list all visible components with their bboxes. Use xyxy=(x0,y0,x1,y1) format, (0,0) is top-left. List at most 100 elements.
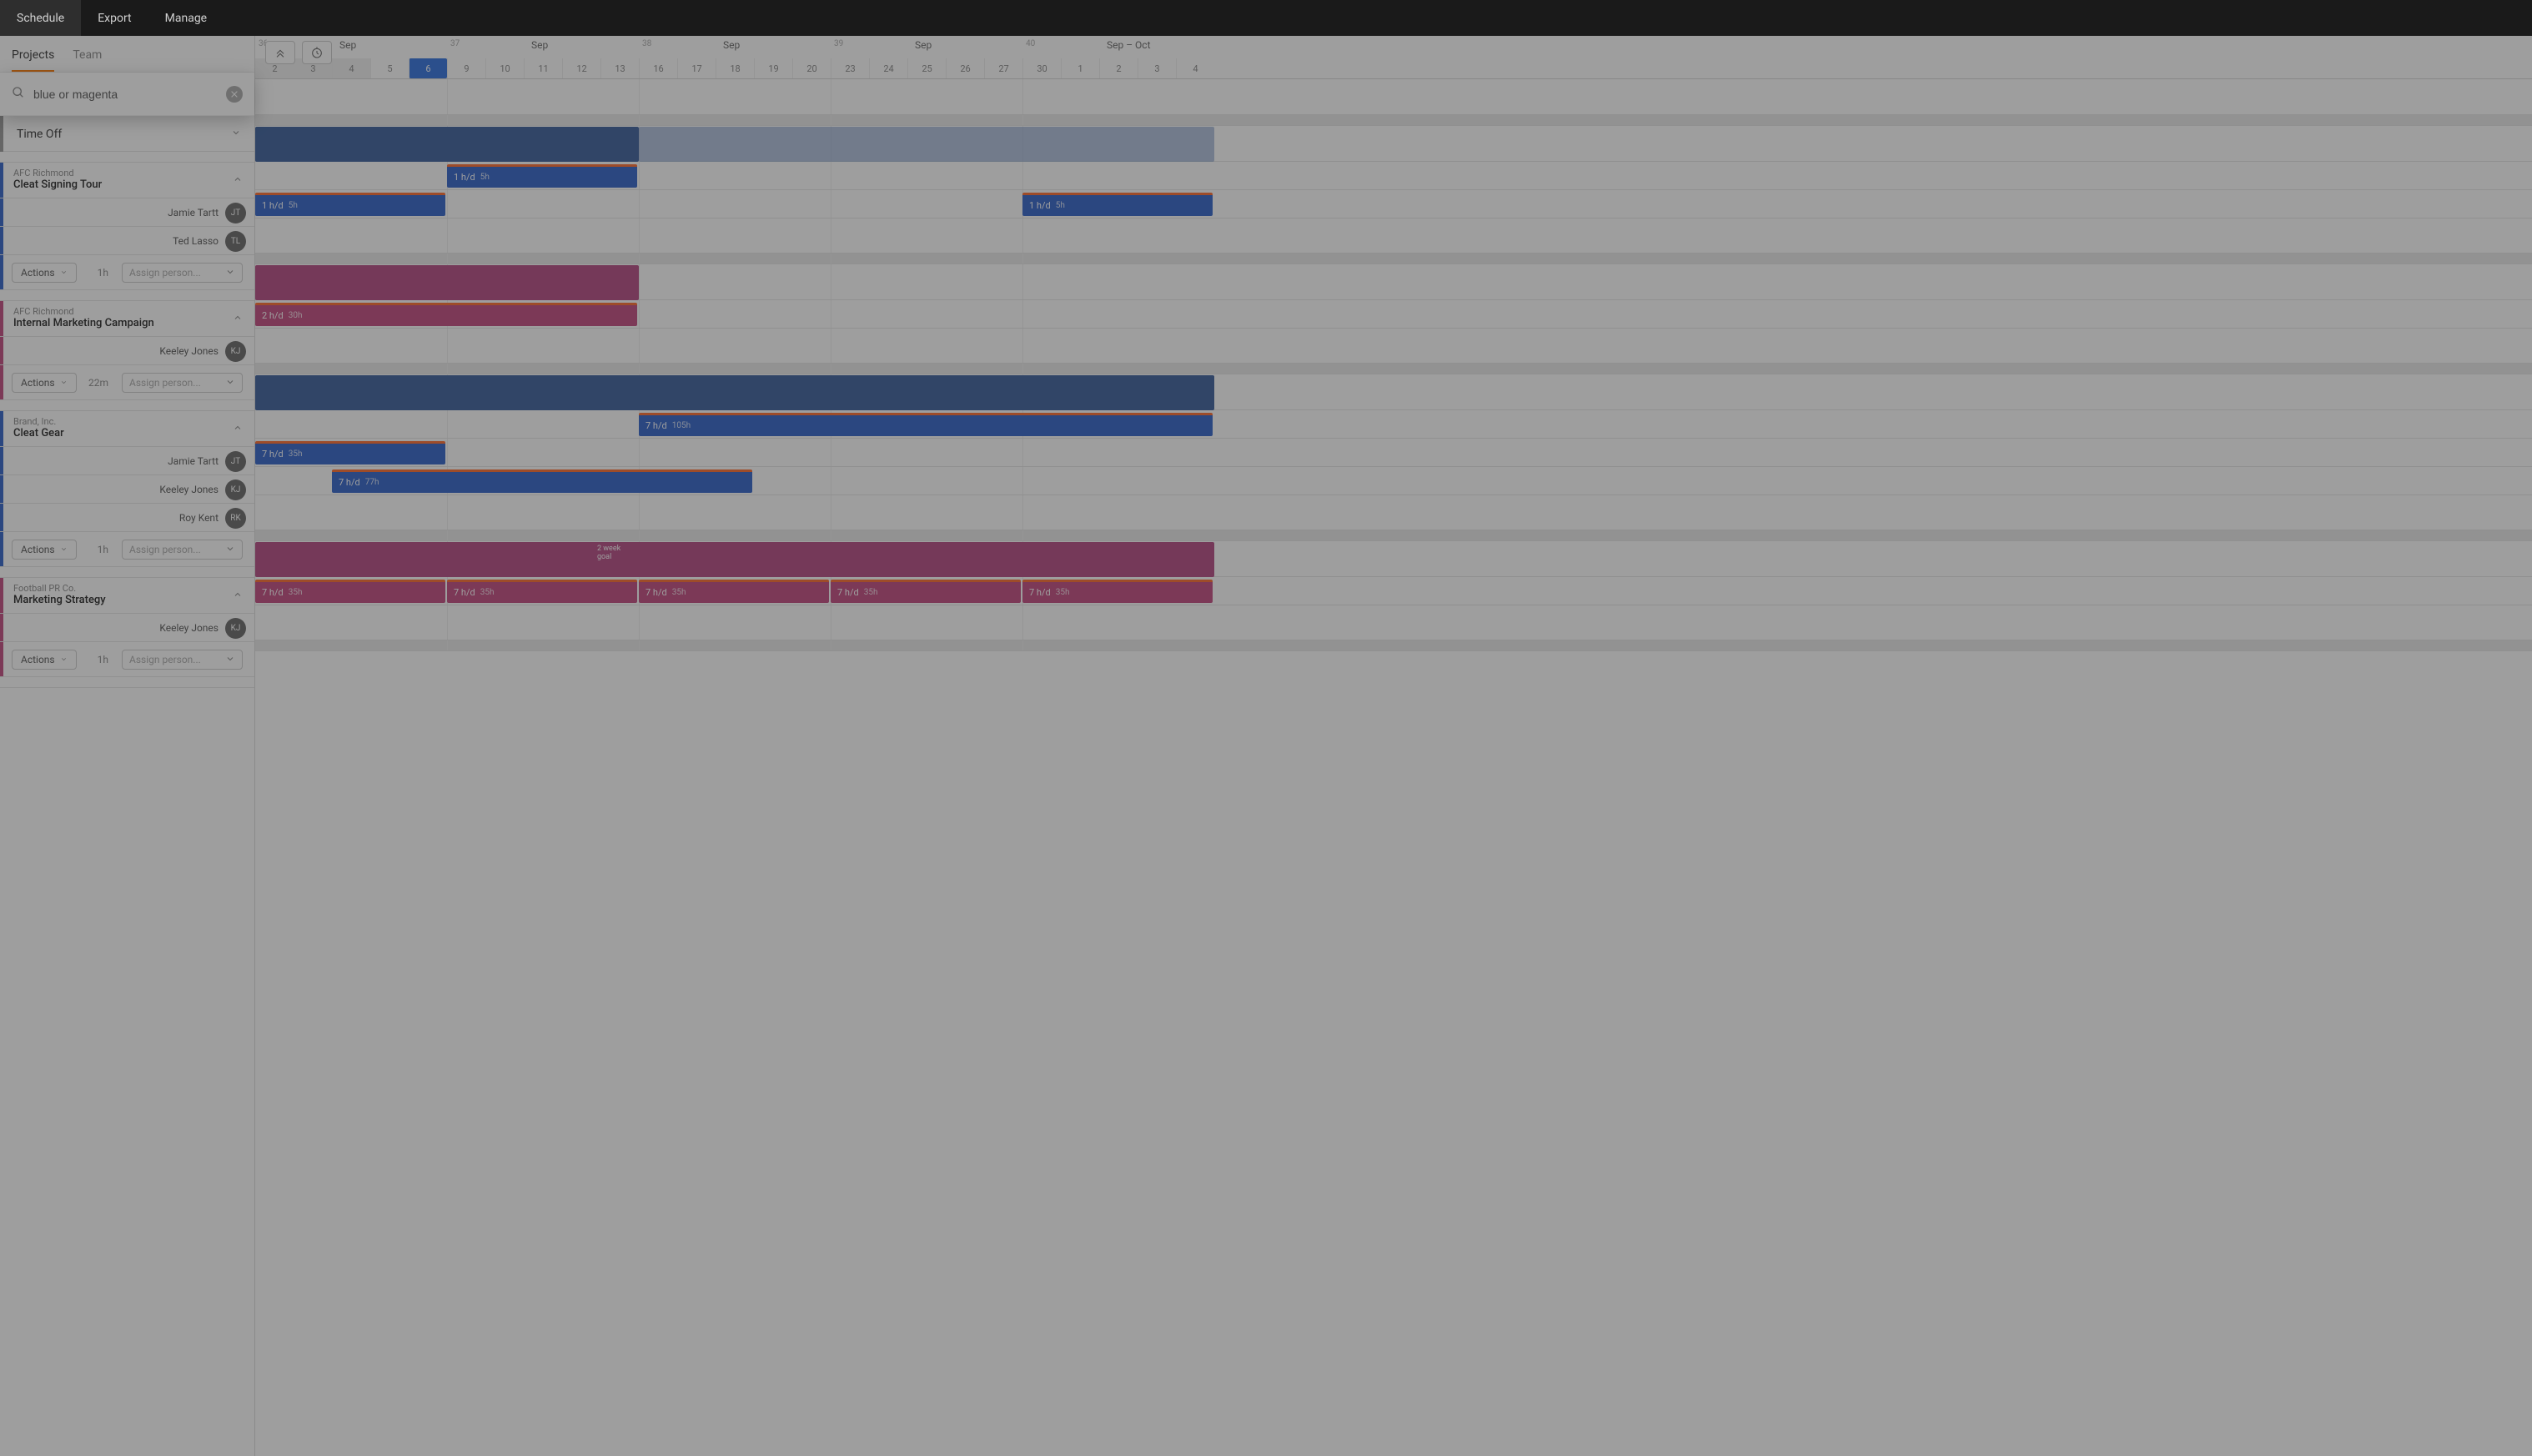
allocation-bar[interactable]: 7 h/d35h xyxy=(639,580,829,603)
day-cell[interactable]: 26 xyxy=(946,58,984,78)
allocation-bar[interactable]: 1 h/d 5h xyxy=(1022,193,1213,216)
day-cell[interactable]: 25 xyxy=(907,58,946,78)
project-header[interactable]: AFC RichmondCleat Signing Tour xyxy=(0,163,254,198)
allocation-bar[interactable]: 7 h/d 35h xyxy=(447,580,637,603)
timeline[interactable]: 36Sep2345637Sep91011121338Sep16171819203… xyxy=(255,36,2532,1456)
day-cell[interactable]: 24 xyxy=(869,58,907,78)
chevron-up-icon[interactable] xyxy=(233,313,243,326)
day-cell[interactable]: 12 xyxy=(562,58,600,78)
allocation-hours: 35h xyxy=(480,588,495,597)
day-cell[interactable]: 27 xyxy=(984,58,1022,78)
day-cell[interactable]: 13 xyxy=(600,58,639,78)
chevron-up-icon[interactable] xyxy=(233,174,243,188)
allocation-rate: 7 h/d xyxy=(454,587,475,598)
allocation-hours: 5h xyxy=(289,201,298,210)
day-cell[interactable]: 17 xyxy=(677,58,716,78)
person-row: Jamie TarttJT xyxy=(0,198,254,227)
allocation-bar[interactable]: 1 h/d5h xyxy=(447,164,637,188)
day-cell[interactable]: 18 xyxy=(716,58,754,78)
allocation-rate: 1 h/d xyxy=(262,200,284,211)
nav-schedule[interactable]: Schedule xyxy=(0,0,81,36)
nav-manage[interactable]: Manage xyxy=(148,0,224,36)
project-bar-extended[interactable] xyxy=(639,127,1214,162)
actions-button[interactable]: Actions xyxy=(12,540,77,560)
day-cell[interactable]: 30 xyxy=(1022,58,1061,78)
allocation-bar[interactable]: 7 h/d35h xyxy=(255,580,445,603)
budget-remaining: 1h xyxy=(98,544,108,555)
day-cell[interactable]: 4 xyxy=(1176,58,1214,78)
allocation-rate: 7 h/d xyxy=(339,477,360,488)
chevron-down-icon xyxy=(225,267,235,279)
avatar[interactable]: JT xyxy=(225,451,246,472)
day-cell[interactable]: 10 xyxy=(485,58,524,78)
project-bar[interactable] xyxy=(255,265,639,300)
chevron-down-icon xyxy=(60,654,68,665)
allocation-rate: 7 h/d xyxy=(837,587,859,598)
day-cell[interactable]: 11 xyxy=(524,58,562,78)
day-cell[interactable]: 6 xyxy=(409,58,447,78)
project-header[interactable]: AFC RichmondInternal Marketing Campaign xyxy=(0,301,254,337)
allocation-bar[interactable]: 7 h/d77h xyxy=(332,469,752,493)
chevron-up-icon[interactable] xyxy=(233,423,243,436)
day-cell[interactable]: 4 xyxy=(332,58,370,78)
person-row: Keeley JonesKJ xyxy=(0,475,254,504)
person-row: Keeley JonesKJ xyxy=(0,337,254,365)
day-cell[interactable]: 5 xyxy=(370,58,409,78)
avatar[interactable]: KJ xyxy=(225,479,246,500)
project-name: Cleat Gear xyxy=(13,427,241,439)
actions-button[interactable]: Actions xyxy=(12,650,77,670)
allocation-bar[interactable]: 2 h/d30h xyxy=(255,303,637,326)
day-cell[interactable]: 9 xyxy=(447,58,485,78)
day-cell[interactable]: 3 xyxy=(1138,58,1176,78)
project-name: Internal Marketing Campaign xyxy=(13,317,241,329)
allocation-bar[interactable]: 7 h/d105h xyxy=(639,413,1213,436)
allocation-bar[interactable]: 7 h/d35h xyxy=(255,441,445,464)
assign-person-select[interactable]: Assign person... xyxy=(122,540,243,560)
allocation-bar[interactable]: 7 h/d35h xyxy=(1022,580,1213,603)
clear-search-button[interactable] xyxy=(226,86,243,103)
day-cell[interactable]: 19 xyxy=(754,58,792,78)
project-name: Cleat Signing Tour xyxy=(13,178,241,191)
week-number: 38 xyxy=(642,39,651,48)
calendar-header: 36Sep2345637Sep91011121338Sep16171819203… xyxy=(255,36,2532,79)
project-bar[interactable] xyxy=(255,375,1214,410)
project-bar[interactable]: 2 weekgoal xyxy=(255,542,1214,577)
day-cell[interactable]: 1 xyxy=(1061,58,1099,78)
chevron-down-icon xyxy=(60,544,68,555)
day-cell[interactable]: 23 xyxy=(831,58,869,78)
assign-person-select[interactable]: Assign person... xyxy=(122,373,243,393)
avatar[interactable]: JT xyxy=(225,203,246,223)
chevron-up-icon[interactable] xyxy=(233,590,243,603)
nav-export[interactable]: Export xyxy=(81,0,148,36)
side-tab-projects[interactable]: Projects xyxy=(12,48,54,72)
avatar[interactable]: TL xyxy=(225,231,246,252)
search-input[interactable] xyxy=(33,88,218,101)
side-tab-team[interactable]: Team xyxy=(73,48,102,72)
avatar[interactable]: RK xyxy=(225,508,246,529)
person-row: Roy KentRK xyxy=(0,504,254,532)
day-cell[interactable]: 2 xyxy=(1099,58,1138,78)
allocation-bar[interactable]: 7 h/d35h xyxy=(831,580,1021,603)
today-button[interactable] xyxy=(302,41,332,64)
timeoff-row[interactable]: Time Off xyxy=(0,116,254,152)
person-row: Keeley JonesKJ xyxy=(0,614,254,642)
avatar[interactable]: KJ xyxy=(225,618,246,639)
allocation-rate: 7 h/d xyxy=(1029,587,1051,598)
actions-button[interactable]: Actions xyxy=(12,263,77,283)
day-cell[interactable]: 20 xyxy=(792,58,831,78)
avatar[interactable]: KJ xyxy=(225,341,246,362)
project-bar[interactable] xyxy=(255,127,639,162)
allocation-rate: 7 h/d xyxy=(262,449,284,459)
allocation-bar[interactable]: 1 h/d 5h xyxy=(255,193,445,216)
assign-person-select[interactable]: Assign person... xyxy=(122,650,243,670)
allocation-hours: 5h xyxy=(1056,201,1065,210)
project-header[interactable]: Brand, Inc.Cleat Gear xyxy=(0,411,254,447)
project-header[interactable]: Football PR Co.Marketing Strategy xyxy=(0,578,254,614)
actions-button[interactable]: Actions xyxy=(12,373,77,393)
allocation-rate: 1 h/d xyxy=(1029,200,1051,211)
top-nav: Schedule Export Manage xyxy=(0,0,2532,36)
day-cell[interactable]: 16 xyxy=(639,58,677,78)
allocation-rate: 7 h/d xyxy=(262,587,284,598)
collapse-all-button[interactable] xyxy=(265,41,295,64)
assign-person-select[interactable]: Assign person... xyxy=(122,263,243,283)
